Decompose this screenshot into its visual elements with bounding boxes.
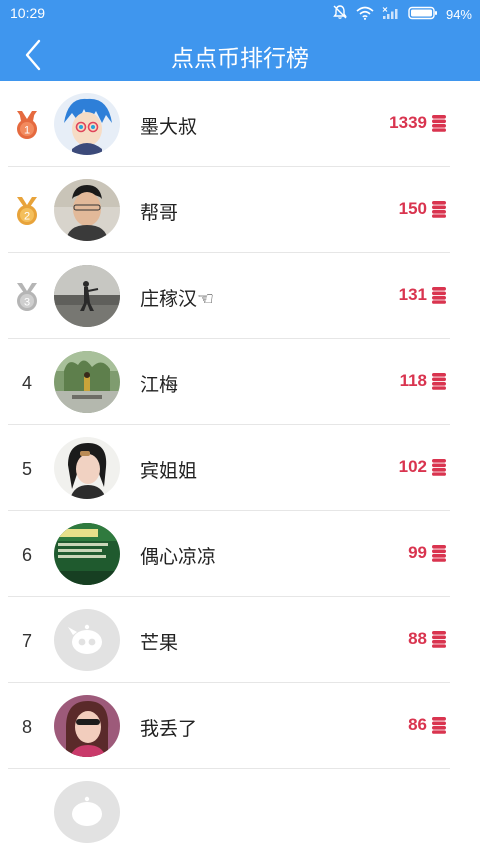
list-item[interactable]: 8 我丢了 86 [0, 683, 480, 769]
score: 131 [399, 285, 447, 305]
medal-icon: 2 [17, 197, 37, 225]
user-name: 偶心凉凉 [140, 546, 217, 568]
user-name: 帮哥 [140, 202, 179, 224]
coin-stack-icon [432, 287, 446, 304]
coin-stack-icon [432, 545, 446, 562]
score: 86 [408, 715, 447, 735]
score: 88 [408, 629, 447, 649]
score: 1339 [389, 113, 447, 133]
avatar[interactable] [54, 437, 120, 499]
coin-stack-icon [432, 373, 446, 390]
status-bar: 10:29 94% [0, 0, 480, 28]
ranking-list: 1 墨大叔 1339 2 帮哥 150 3 庄稼汉☜ 131 4 江梅 118 … [0, 81, 480, 855]
rank-number: 6 [10, 538, 44, 572]
score-value: 88 [408, 629, 427, 648]
wifi-icon [356, 5, 374, 24]
page-title: 点点币排行榜 [171, 46, 309, 72]
list-item[interactable] [0, 769, 480, 855]
rank-label: 5 [21, 458, 32, 479]
medal-icon: 3 [17, 283, 37, 311]
score-value: 86 [408, 715, 427, 734]
rank-label: 4 [21, 372, 32, 393]
list-item[interactable]: 3 庄稼汉☜ 131 [0, 253, 480, 339]
score-value: 99 [408, 543, 427, 562]
battery-icon [408, 5, 438, 24]
score: 150 [399, 199, 447, 219]
user-name: 庄稼汉☜ [140, 288, 215, 310]
coin-stack-icon [432, 717, 446, 734]
mute-icon [332, 4, 348, 24]
rank-medal-bronze: 3 [10, 280, 44, 314]
list-item[interactable]: 4 江梅 118 [0, 339, 480, 425]
rank-label: 6 [21, 544, 32, 565]
avatar[interactable] [54, 93, 120, 155]
score-value: 102 [398, 457, 427, 476]
medal-rank: 1 [24, 125, 30, 137]
coin-stack-icon [432, 115, 446, 132]
rank-medal-gold: 1 [10, 108, 44, 142]
list-item[interactable]: 1 墨大叔 1339 [0, 81, 480, 167]
avatar[interactable] [54, 523, 120, 585]
user-name: 芒果 [140, 632, 179, 654]
rank-number: 7 [10, 624, 44, 658]
avatar[interactable] [54, 695, 120, 757]
status-icons: 94% [332, 4, 472, 24]
list-item[interactable]: 6 偶心凉凉 99 [0, 511, 480, 597]
rank-number: 4 [10, 366, 44, 400]
medal-rank: 3 [24, 297, 30, 309]
status-time: 10:29 [10, 5, 46, 21]
default-avatar[interactable] [54, 609, 120, 671]
rank-number [10, 796, 44, 830]
coin-stack-icon [432, 459, 446, 476]
battery-percentage: 94% [445, 6, 472, 22]
signal-icon [382, 5, 400, 24]
score: 102 [399, 457, 447, 477]
user-name: 江梅 [140, 374, 179, 396]
score: 99 [408, 543, 447, 563]
rank-label: 7 [21, 630, 32, 651]
list-item[interactable]: 2 帮哥 150 [0, 167, 480, 253]
score: 118 [400, 371, 447, 391]
default-avatar[interactable] [54, 781, 120, 843]
score-value: 1339 [389, 113, 427, 132]
title-bar: 点点币排行榜 [0, 28, 480, 81]
list-item[interactable]: 5 宾姐姐 102 [0, 425, 480, 511]
avatar[interactable] [54, 351, 120, 413]
user-name: 墨大叔 [140, 116, 198, 138]
coin-stack-icon [432, 631, 446, 648]
score-value: 150 [398, 199, 427, 218]
score-value: 131 [398, 285, 427, 304]
medal-icon: 1 [17, 111, 37, 139]
rank-label: 8 [21, 716, 32, 737]
medal-rank: 2 [24, 211, 30, 223]
avatar[interactable] [54, 179, 120, 241]
avatar[interactable] [54, 265, 120, 327]
score-value: 118 [399, 371, 427, 390]
rank-medal-silver: 2 [10, 194, 44, 228]
rank-number: 8 [10, 710, 44, 744]
coin-stack-icon [432, 201, 446, 218]
list-item[interactable]: 7 芒果 88 [0, 597, 480, 683]
user-name: 宾姐姐 [140, 460, 198, 482]
rank-number: 5 [10, 452, 44, 486]
user-name: 我丢了 [140, 718, 198, 740]
